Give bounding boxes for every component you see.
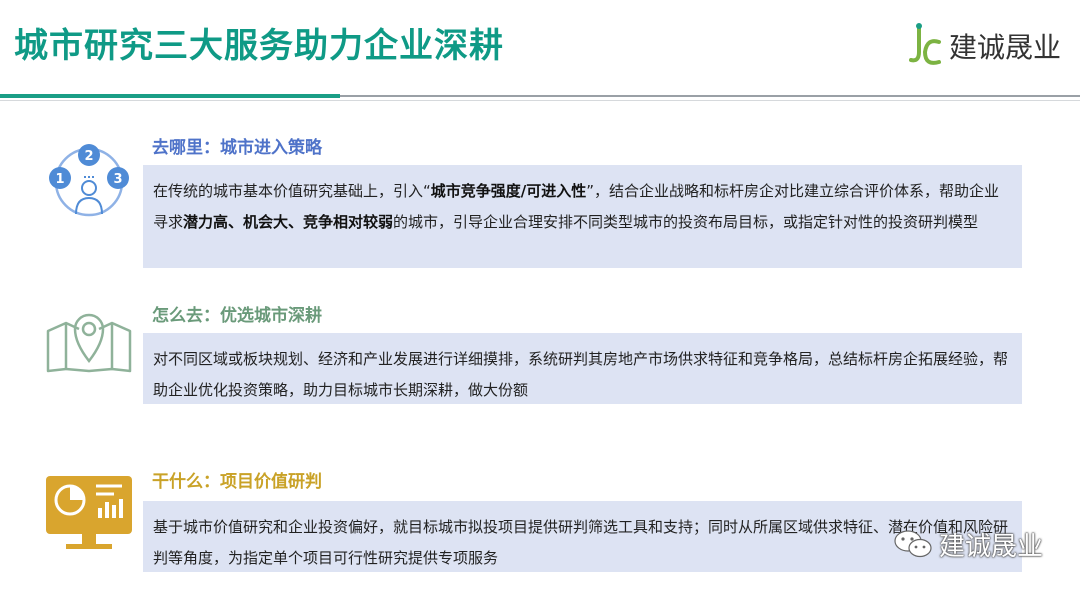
body-text: 在传统的城市基本价值研究基础上，引入“ (153, 182, 431, 200)
body-text: 对不同区域或板块规划、经济和产业发展进行详细摸排，系统研判其房地产市场供求特征和… (153, 350, 1009, 399)
brand-name: 建诚晟业 (949, 31, 1062, 64)
section-body-how: 对不同区域或板块规划、经济和产业发展进行详细摸排，系统研判其房地产市场供求特征和… (143, 333, 1022, 404)
page-title: 城市研究三大服务助力企业深耕 (14, 26, 504, 66)
people-choice-icon: 2 1 3 (49, 144, 129, 217)
wechat-icon (894, 530, 932, 558)
header-divider-accent (0, 94, 340, 98)
body-text: 基于城市价值研究和企业投资偏好，就目标城市拟投项目提供研判筛选工具和支持；同时从… (153, 518, 1009, 567)
choice-label-2: 2 (84, 149, 93, 164)
wechat-watermark: 建诚晟业 (893, 526, 1043, 562)
brand-logo: 建诚晟业 (905, 20, 1075, 72)
body-bold-text: 城市竞争强度/可进入性 (430, 182, 587, 200)
monitor-chart-icon (46, 476, 132, 549)
section-body-where: 在传统的城市基本价值研究基础上，引入“城市竞争强度/可进入性”，结合企业战略和标… (143, 165, 1022, 268)
choice-label-1: 1 (55, 172, 64, 187)
section-title-where: 去哪里：城市进入策略 (152, 138, 322, 158)
jc-logo-icon (909, 23, 941, 65)
body-bold-text: 潜力高、机会大、竞争相对较弱 (183, 213, 394, 231)
header-divider (340, 95, 1080, 97)
header-divider-thin (0, 100, 1080, 101)
section-body-what: 基于城市价值研究和企业投资偏好，就目标城市拟投项目提供研判筛选工具和支持；同时从… (143, 501, 1022, 572)
body-text: 的城市，引导企业合理安排不同类型城市的投资布局目标，或指定针对性的投资研判模型 (393, 213, 979, 231)
section-title-what: 干什么：项目价值研判 (152, 472, 322, 492)
watermark-text: 建诚晟业 (939, 531, 1044, 562)
section-title-how: 怎么去：优选城市深耕 (152, 306, 322, 326)
choice-label-3: 3 (113, 172, 122, 187)
map-pin-icon (46, 313, 132, 373)
